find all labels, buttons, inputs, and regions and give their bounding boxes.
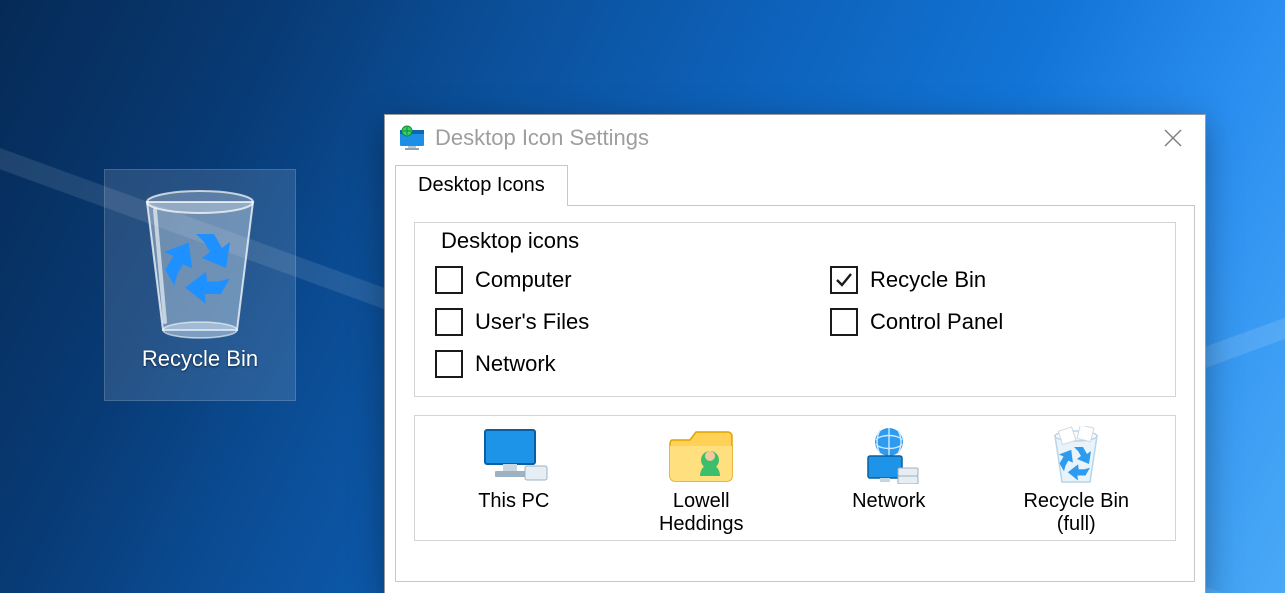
tab-desktop-icons[interactable]: Desktop Icons xyxy=(395,165,568,206)
desktop-icon-recycle-bin[interactable]: Recycle Bin xyxy=(105,170,295,400)
checkbox-label: Recycle Bin xyxy=(870,267,986,293)
preview-this-pc[interactable]: This PC xyxy=(449,426,579,513)
desktop-icon-settings-dialog: Desktop Icon Settings Desktop Icons Desk… xyxy=(384,114,1206,593)
recycle-bin-full-icon xyxy=(1041,426,1111,484)
checkbox-control-panel[interactable]: Control Panel xyxy=(830,308,1155,336)
group-icon-preview: This PC Lowell Heddings xyxy=(414,415,1176,541)
checkbox-box xyxy=(830,266,858,294)
close-button[interactable] xyxy=(1145,115,1201,161)
checkbox-box xyxy=(435,308,463,336)
dialog-title: Desktop Icon Settings xyxy=(435,115,649,161)
checkbox-box xyxy=(435,266,463,294)
checkbox-network[interactable]: Network xyxy=(435,350,760,378)
desktop-icon-label: Recycle Bin xyxy=(105,346,295,372)
group-desktop-icons: Desktop icons Computer xyxy=(414,222,1176,397)
checkbox-label: Control Panel xyxy=(870,309,1003,335)
desktop: Recycle Bin Desktop Icon Settings xyxy=(0,0,1285,593)
recycle-bin-icon xyxy=(125,180,275,340)
settings-app-icon xyxy=(399,125,425,151)
checkbox-box xyxy=(435,350,463,378)
checkbox-users-files[interactable]: User's Files xyxy=(435,308,760,336)
group-label: Desktop icons xyxy=(435,228,585,254)
preview-label: Network xyxy=(824,490,954,513)
preview-user-folder[interactable]: Lowell Heddings xyxy=(637,426,767,536)
user-folder-icon xyxy=(666,426,736,484)
preview-recycle-bin-full[interactable]: Recycle Bin (full) xyxy=(1012,426,1142,536)
checkbox-label: Computer xyxy=(475,267,572,293)
checkbox-label: User's Files xyxy=(475,309,589,335)
network-icon xyxy=(854,426,924,484)
checkbox-box xyxy=(830,308,858,336)
checkbox-label: Network xyxy=(475,351,556,377)
preview-network[interactable]: Network xyxy=(824,426,954,513)
preview-label: Lowell Heddings xyxy=(637,490,767,536)
checkbox-recycle-bin[interactable]: Recycle Bin xyxy=(830,266,1155,294)
tab-panel: Desktop icons Computer xyxy=(395,205,1195,582)
titlebar[interactable]: Desktop Icon Settings xyxy=(385,115,1205,161)
preview-label: This PC xyxy=(449,490,579,513)
computer-icon xyxy=(479,426,549,484)
preview-label: Recycle Bin (full) xyxy=(1012,490,1142,536)
close-icon xyxy=(1163,128,1183,148)
checkbox-computer[interactable]: Computer xyxy=(435,266,760,294)
